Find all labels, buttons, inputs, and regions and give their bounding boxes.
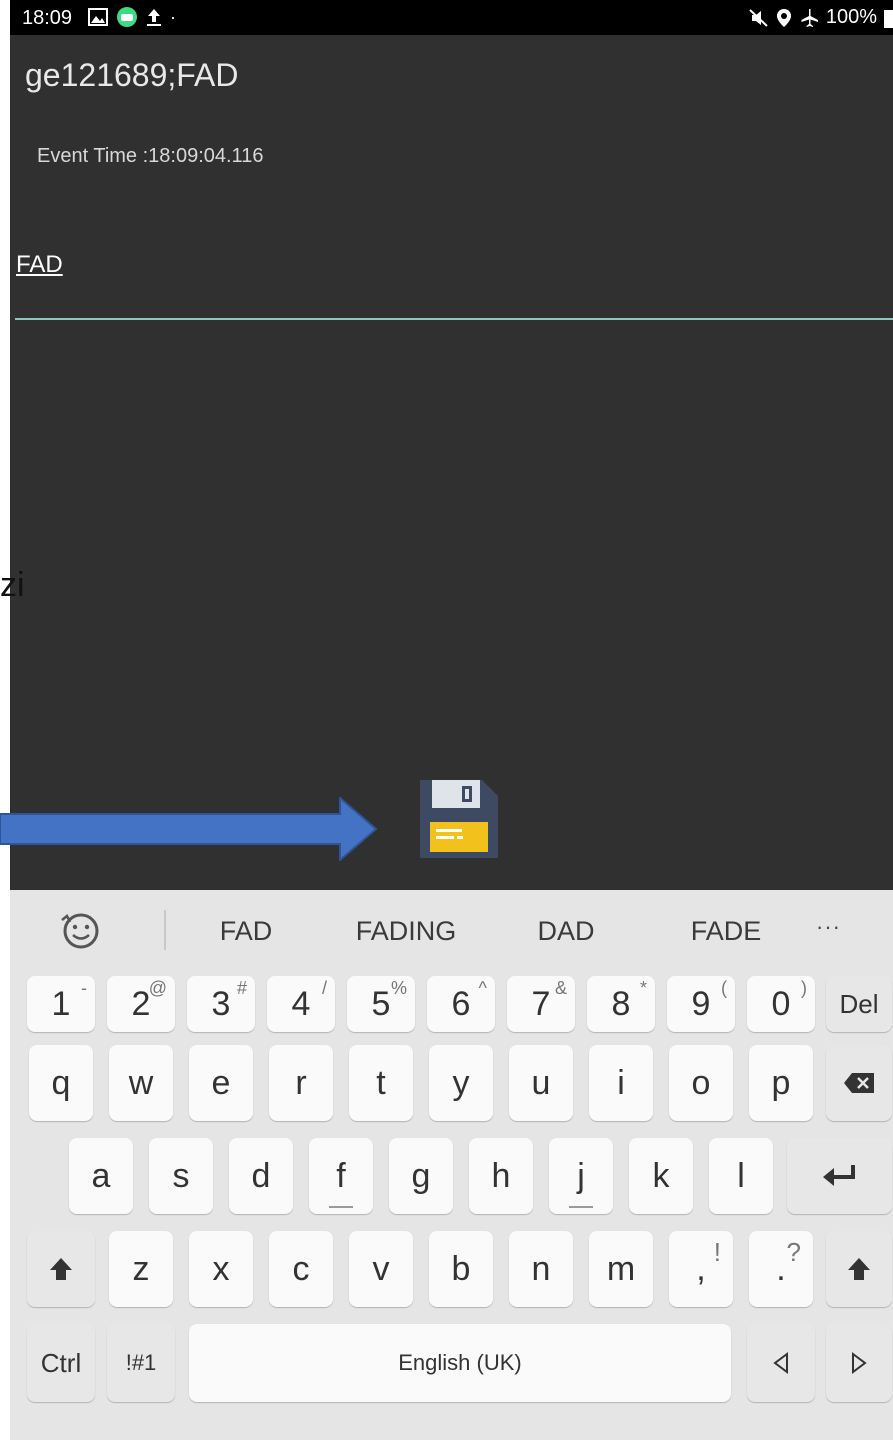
key-7[interactable]: 7 &	[507, 976, 575, 1032]
triangle-right-icon	[852, 1352, 867, 1374]
save-button[interactable]	[418, 778, 500, 860]
key-r[interactable]: r	[269, 1045, 333, 1121]
suggestion-2[interactable]: FADING	[356, 916, 457, 947]
soft-keyboard: FAD FADING DAD FADE ··· 1- 2 @ 3 # 4/ 5% 6…	[10, 890, 893, 1440]
key-x[interactable]: x	[189, 1231, 253, 1307]
key-b[interactable]: b	[429, 1231, 493, 1307]
key-l[interactable]: l	[709, 1138, 773, 1214]
android-notification-icon	[117, 7, 137, 27]
space-bar[interactable]: English (UK)	[189, 1324, 731, 1402]
key-a[interactable]: a	[69, 1138, 133, 1214]
key-u[interactable]: u	[509, 1045, 573, 1121]
emoji-icon[interactable]	[58, 908, 104, 954]
key-t[interactable]: t	[349, 1045, 413, 1121]
shift-icon	[848, 1258, 870, 1280]
key-f[interactable]: f	[309, 1138, 373, 1214]
suggestion-divider	[164, 910, 166, 950]
key-period[interactable]: .?	[749, 1231, 813, 1307]
key-3[interactable]: 3 #	[187, 976, 255, 1032]
key-y[interactable]: y	[429, 1045, 493, 1121]
more-notifications-icon: ·	[170, 6, 176, 27]
key-e[interactable]: e	[189, 1045, 253, 1121]
annotation-arrow-icon	[0, 797, 378, 861]
shift-key-left[interactable]	[27, 1231, 95, 1307]
suggestion-bar: FAD FADING DAD FADE ···	[10, 890, 893, 970]
more-suggestions-button[interactable]: ···	[816, 914, 841, 940]
enter-key[interactable]	[787, 1138, 892, 1214]
key-j[interactable]: j	[549, 1138, 613, 1214]
status-bar: 18:09 · 100%	[10, 0, 893, 35]
airplane-mode-icon	[801, 8, 818, 27]
triangle-left-icon	[773, 1352, 788, 1374]
shift-key-right[interactable]	[826, 1231, 892, 1307]
battery-percent: 100%	[825, 6, 877, 28]
key-s[interactable]: s	[149, 1138, 213, 1214]
input-value: FAD	[16, 251, 63, 278]
status-time: 18:09	[22, 7, 73, 29]
key-2[interactable]: 2 @	[107, 976, 175, 1032]
mute-icon	[749, 8, 768, 27]
key-v[interactable]: v	[349, 1231, 413, 1307]
key-q[interactable]: q	[29, 1045, 93, 1121]
suggestion-4[interactable]: FADE	[691, 916, 762, 947]
page-title: ge121689;FAD	[25, 57, 239, 93]
upload-notification-icon	[147, 9, 161, 26]
gallery-notification-icon	[88, 8, 108, 26]
key-5[interactable]: 5%	[347, 976, 415, 1032]
key-n[interactable]: n	[509, 1231, 573, 1307]
key-m[interactable]: m	[589, 1231, 653, 1307]
key-8[interactable]: 8 *	[587, 976, 655, 1032]
key-6[interactable]: 6 ^	[427, 976, 495, 1032]
shift-icon	[50, 1258, 72, 1280]
backspace-key[interactable]	[826, 1045, 892, 1121]
key-comma[interactable]: ,!	[669, 1231, 733, 1307]
app-screen: ge121689;FAD Event Time :18:09:04.116 FA…	[10, 35, 893, 890]
suggestion-3[interactable]: DAD	[537, 916, 594, 947]
backspace-icon	[844, 1073, 874, 1093]
key-z[interactable]: z	[109, 1231, 173, 1307]
overlay-side-text: zi	[0, 566, 25, 604]
key-c[interactable]: c	[269, 1231, 333, 1307]
ctrl-key[interactable]: Ctrl	[27, 1324, 95, 1402]
barcode-input-field[interactable]: FAD	[15, 245, 893, 320]
location-icon	[776, 8, 791, 27]
home-row-marker	[569, 1206, 593, 1208]
key-p[interactable]: p	[749, 1045, 813, 1121]
key-g[interactable]: g	[389, 1138, 453, 1214]
home-row-marker	[329, 1206, 353, 1208]
suggestion-1[interactable]: FAD	[220, 916, 273, 947]
enter-icon	[822, 1165, 855, 1186]
floppy-disk-icon	[420, 780, 498, 858]
symbols-key[interactable]: !#1	[107, 1324, 175, 1402]
key-k[interactable]: k	[629, 1138, 693, 1214]
key-h[interactable]: h	[469, 1138, 533, 1214]
cursor-left-key[interactable]	[747, 1324, 815, 1402]
delete-key[interactable]: Del	[826, 976, 892, 1032]
key-4[interactable]: 4/	[267, 976, 335, 1032]
event-time-label: Event Time :18:09:04.116	[37, 145, 264, 167]
key-d[interactable]: d	[229, 1138, 293, 1214]
key-0[interactable]: 0)	[747, 976, 815, 1032]
key-i[interactable]: i	[589, 1045, 653, 1121]
battery-icon	[884, 9, 893, 28]
key-9[interactable]: 9(	[667, 976, 735, 1032]
key-w[interactable]: w	[109, 1045, 173, 1121]
key-1[interactable]: 1-	[27, 976, 95, 1032]
key-o[interactable]: o	[669, 1045, 733, 1121]
cursor-right-key[interactable]	[826, 1324, 892, 1402]
